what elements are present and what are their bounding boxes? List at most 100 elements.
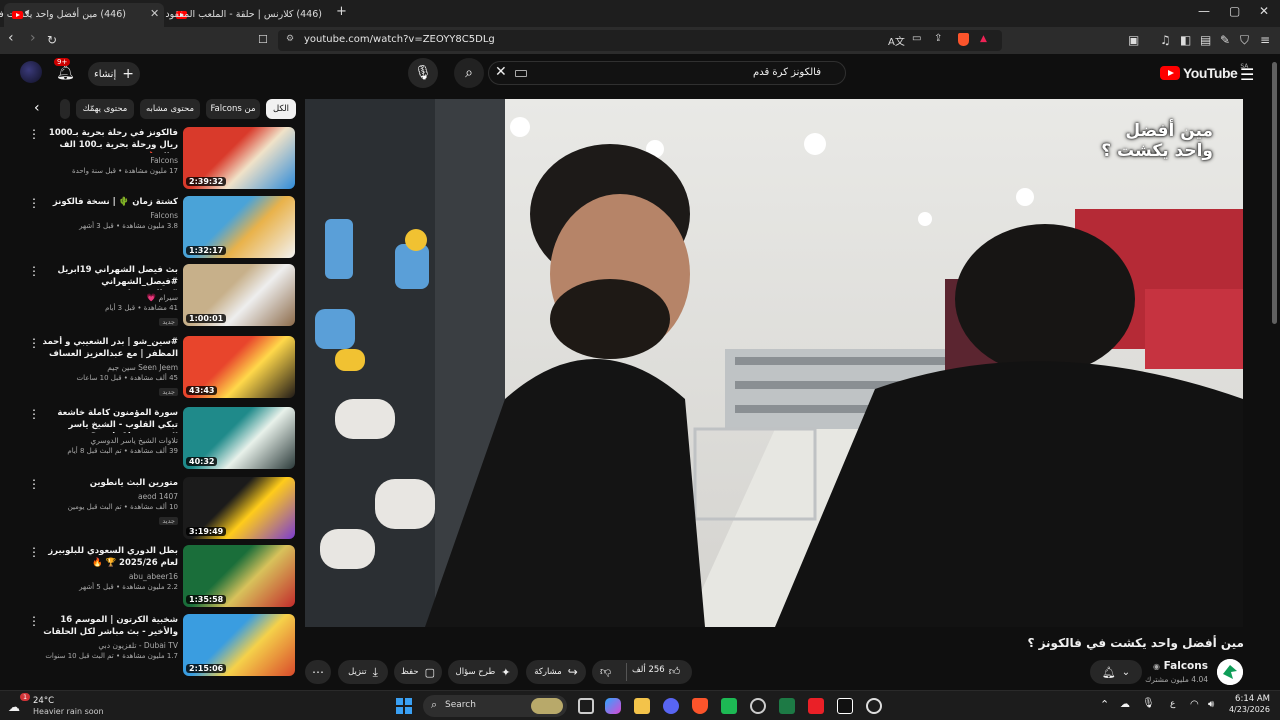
chip-all[interactable]: الكل: [266, 99, 296, 119]
notifications-button[interactable]: 🔔︎ 9+: [54, 58, 75, 81]
related-video-item[interactable]: 2:15:06 شخبية الكرتون | الموسم 16 والأخير…: [24, 614, 296, 678]
more-options-icon[interactable]: ⋮: [28, 545, 40, 559]
browser-tab-active[interactable]: ✕ (446) مين أفضل واحد يكشت في 🔈︎: [0, 3, 164, 27]
youtube-logo[interactable]: YouTube SA: [1160, 63, 1248, 81]
capcut-icon[interactable]: [837, 698, 853, 714]
vpn-icon[interactable]: ⛉: [1240, 32, 1249, 48]
clear-search-icon[interactable]: ✕: [495, 64, 507, 80]
channel-name[interactable]: Falcons ◉: [1153, 660, 1208, 672]
search-input[interactable]: ✕ فالكونز كرة قدم: [488, 61, 846, 85]
chip-from-falcons[interactable]: من Falcons: [206, 99, 260, 119]
related-video-channel[interactable]: سيرام 💗: [40, 292, 178, 303]
related-video-channel[interactable]: Dubai TV - تلفزيون دبي: [40, 640, 178, 651]
discord-icon[interactable]: [663, 698, 679, 714]
share-page-icon[interactable]: ⇪: [934, 33, 942, 44]
site-info-icon[interactable]: ⚙︎: [286, 34, 294, 44]
related-video-title[interactable]: #سين_شو | بدر الشعيبي و أحمد المظفر | مع…: [40, 336, 178, 360]
media-player-icon[interactable]: [721, 698, 737, 714]
related-video-channel[interactable]: abu_abeer16: [40, 571, 178, 582]
more-options-icon[interactable]: ⋮: [28, 614, 40, 628]
related-video-item[interactable]: 1:32:17 كشتة زمان 🌵 | نسخة فالكونز Falcons…: [24, 196, 296, 260]
more-options-icon[interactable]: ⋮: [28, 264, 40, 278]
acrobat-icon[interactable]: [808, 698, 824, 714]
related-video-item[interactable]: 40:32 سورة المؤمنون كاملة خاشعة تبكي القل…: [24, 407, 296, 471]
copilot-icon[interactable]: [605, 698, 621, 714]
reload-icon[interactable]: ↻: [47, 32, 57, 48]
more-options-icon[interactable]: ⋮: [28, 127, 40, 141]
chip-other[interactable]: [60, 99, 70, 119]
related-video-channel[interactable]: تلاوات الشيخ ياسر الدوسري: [40, 435, 178, 446]
related-video-item[interactable]: 1:35:58 بطل الدوري السعودي للبلوبيرز لعام…: [24, 545, 296, 609]
wifi-tray-icon[interactable]: ◠: [1190, 699, 1199, 710]
related-video-title[interactable]: كشتة زمان 🌵 | نسخة فالكونز: [40, 196, 178, 208]
avatar[interactable]: [20, 61, 42, 83]
chip-for-you[interactable]: محتوى يهمّك: [76, 99, 134, 119]
excel-icon[interactable]: [779, 698, 795, 714]
video-thumbnail[interactable]: 2:15:06: [183, 614, 295, 676]
related-video-title[interactable]: فالكونز في رحلة بحرية بـ1000 ريال ورحلة …: [40, 127, 178, 153]
clock[interactable]: 6:14 AM 4/23/2026: [1228, 694, 1270, 714]
video-player[interactable]: مين أفضل واحد يكشت ؟: [305, 99, 1243, 627]
minimize-icon[interactable]: —: [1198, 4, 1210, 18]
video-thumbnail[interactable]: 2:39:32: [183, 127, 295, 189]
taskbar-search-box[interactable]: ⌕ Search: [423, 695, 567, 717]
channel-avatar[interactable]: [1217, 659, 1243, 685]
bookmark-icon[interactable]: ☐: [258, 32, 268, 48]
tray-chevron-icon[interactable]: ⌃: [1100, 698, 1109, 711]
forward-icon[interactable]: ›: [30, 30, 36, 46]
save-button[interactable]: ▢ حفظ: [394, 660, 442, 684]
translate-icon[interactable]: A文: [888, 33, 905, 48]
maximize-icon[interactable]: ▢: [1229, 4, 1240, 18]
chips-prev-icon[interactable]: ‹: [34, 100, 40, 116]
page-scrollbar[interactable]: [1272, 62, 1277, 324]
file-explorer-icon[interactable]: [634, 698, 650, 714]
brave-shield-icon[interactable]: [958, 33, 969, 46]
start-button[interactable]: [396, 698, 412, 714]
create-button[interactable]: إنشاء +: [88, 62, 140, 86]
new-tab-button[interactable]: +: [336, 4, 347, 19]
download-button[interactable]: ⤓ تنزيل: [338, 660, 388, 684]
more-actions-button[interactable]: ⋯: [305, 660, 331, 684]
tab-close-icon[interactable]: ✕: [150, 7, 159, 20]
related-video-title[interactable]: سورة المؤمنون كاملة خاشعة تبكي القلوب - …: [40, 407, 178, 433]
tab-mute-icon[interactable]: 🔈︎: [26, 8, 31, 18]
video-thumbnail[interactable]: 43:43: [183, 336, 295, 398]
related-video-title[interactable]: بطل الدوري السعودي للبلوبيرز لعام 2025/2…: [40, 545, 178, 569]
brave-icon[interactable]: [692, 698, 708, 714]
subscribe-dropdown-button[interactable]: ⌄ 🔔︎: [1090, 660, 1142, 684]
network-tray-icon[interactable]: ☁︎: [1120, 699, 1130, 710]
related-video-item[interactable]: 3:19:49 متورين البث يانطوين aeod 1407 10 أل…: [24, 477, 296, 541]
like-button[interactable]: 👍︎ 256 ألف: [632, 665, 680, 678]
more-options-icon[interactable]: ⋮: [28, 407, 40, 421]
search-button[interactable]: ⌕: [454, 58, 484, 88]
back-icon[interactable]: ‹: [8, 30, 14, 46]
related-video-item[interactable]: 1:00:01 بث فيصل الشهراني 19ابريل #فيصل_ال…: [24, 264, 296, 328]
rewards-icon[interactable]: ▲: [980, 34, 987, 44]
reading-icon[interactable]: ◧: [1180, 32, 1191, 48]
related-video-channel[interactable]: Falcons: [40, 155, 178, 166]
volume-tray-icon[interactable]: 🔊︎: [1208, 699, 1214, 710]
mic-tray-icon[interactable]: 🎙︎: [1142, 698, 1155, 709]
cast-icon[interactable]: ▭: [912, 33, 921, 44]
video-thumbnail[interactable]: 1:35:58: [183, 545, 295, 607]
related-video-channel[interactable]: aeod 1407: [40, 491, 178, 502]
more-options-icon[interactable]: ⋮: [28, 477, 40, 491]
menu-icon[interactable]: ≡: [1260, 32, 1270, 48]
more-options-icon[interactable]: ⋮: [28, 196, 40, 210]
guide-menu-icon[interactable]: ☰: [1240, 65, 1254, 84]
video-thumbnail[interactable]: 40:32: [183, 407, 295, 469]
voice-search-button[interactable]: 🎙︎: [408, 58, 438, 88]
video-thumbnail[interactable]: 1:32:17: [183, 196, 295, 258]
wallet-icon[interactable]: ▤: [1200, 32, 1211, 48]
language-tray-icon[interactable]: ع: [1170, 699, 1175, 709]
app-icon[interactable]: [750, 698, 766, 714]
dislike-button[interactable]: 👎︎: [600, 665, 611, 678]
related-video-channel[interactable]: Seen Jeem سين جيم: [40, 362, 178, 373]
task-view-icon[interactable]: [578, 698, 594, 714]
app-icon-2[interactable]: [866, 698, 882, 714]
video-thumbnail[interactable]: 1:00:01: [183, 264, 295, 326]
more-options-icon[interactable]: ⋮: [28, 336, 40, 350]
related-video-channel[interactable]: Falcons: [40, 210, 178, 221]
related-video-item[interactable]: 2:39:32 فالكونز في رحلة بحرية بـ1000 ريال…: [24, 127, 296, 191]
related-video-item[interactable]: 43:43 #سين_شو | بدر الشعيبي و أحمد المظفر…: [24, 336, 296, 400]
